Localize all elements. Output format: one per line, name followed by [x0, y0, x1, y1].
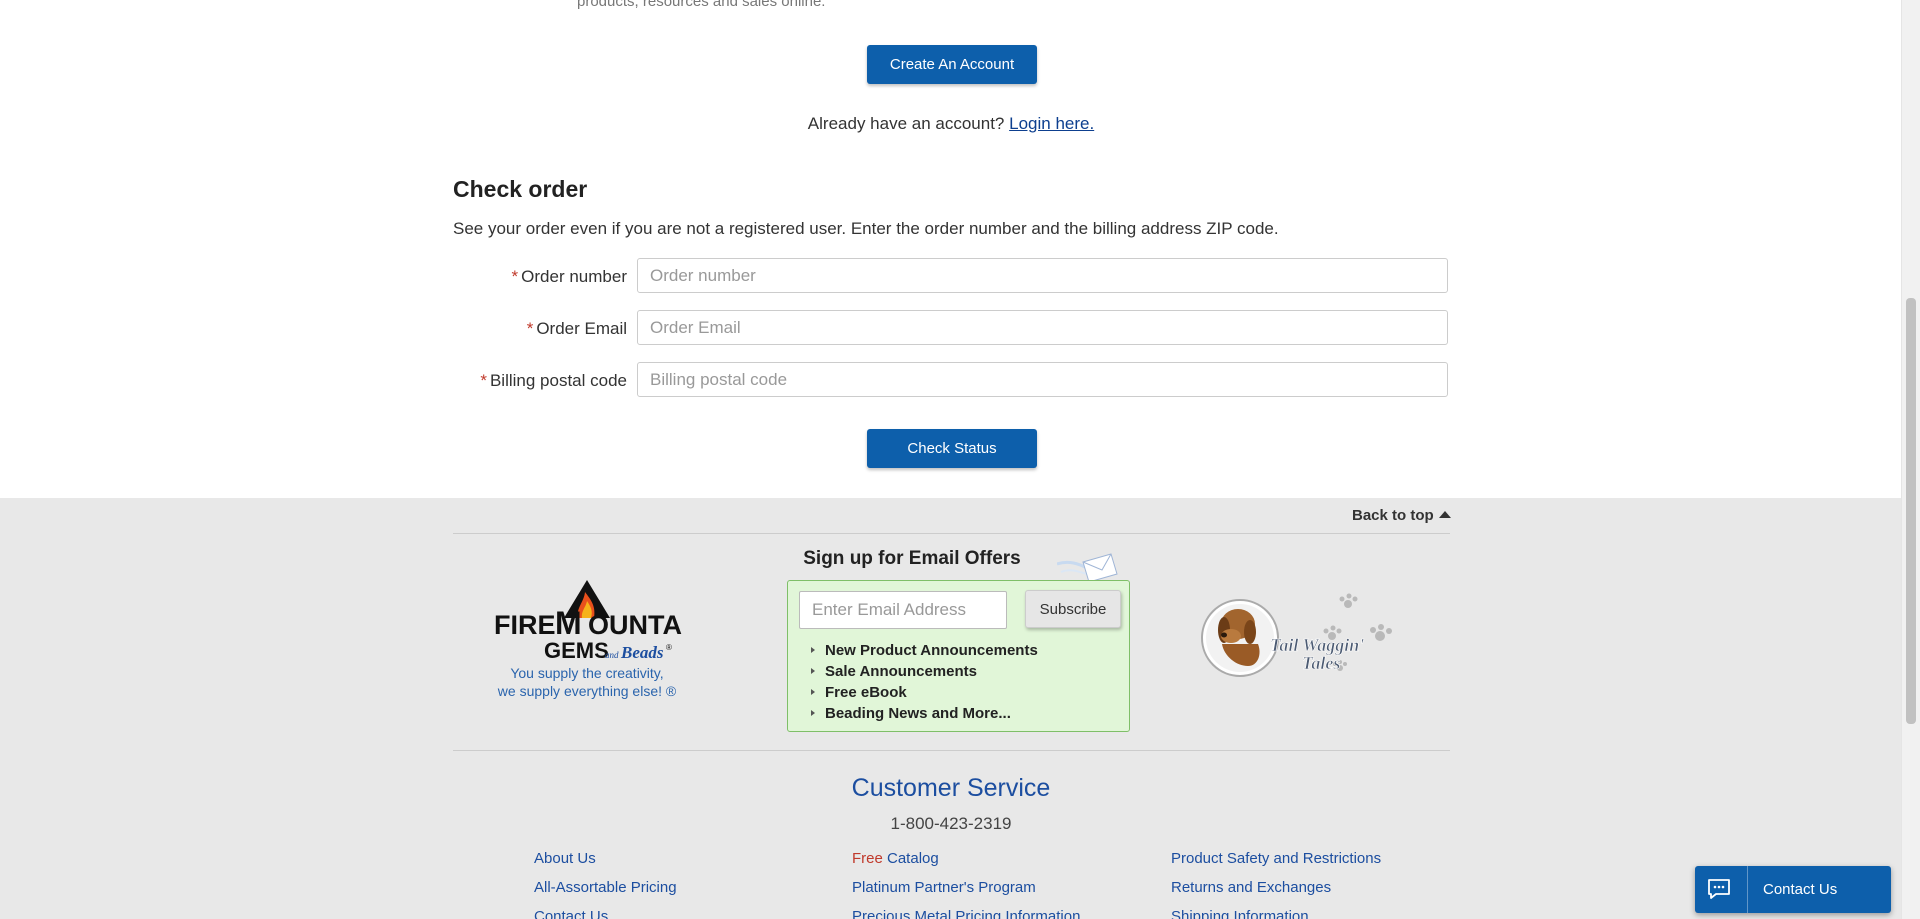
- footer-divider: [453, 533, 1450, 534]
- caret-up-icon: [1438, 510, 1451, 518]
- account-intro-text: products, resources and sales online.: [577, 0, 826, 10]
- returns-exchanges-link[interactable]: Returns and Exchanges: [1171, 879, 1381, 908]
- list-item: Free eBook: [811, 682, 1038, 703]
- list-item: New Product Announcements: [811, 640, 1038, 661]
- order-number-input[interactable]: [637, 258, 1448, 293]
- footer-links-col-2: Free Catalog Platinum Partner's Program …: [852, 850, 1080, 919]
- envelope-icon: [1057, 553, 1118, 583]
- check-order-description: See your order even if you are not a reg…: [453, 219, 1279, 238]
- svg-text:and: and: [605, 650, 619, 660]
- login-prompt: Already have an account? Login here.: [0, 114, 1902, 134]
- email-signup-title: Sign up for Email Offers: [803, 548, 1021, 569]
- order-email-label: * Order Email: [526, 319, 627, 338]
- all-assortable-pricing-link[interactable]: All-Assortable Pricing: [534, 879, 677, 908]
- subscribe-button[interactable]: Subscribe: [1025, 590, 1121, 628]
- svg-text:Tales: Tales: [1302, 653, 1340, 673]
- billing-postal-code-label: * Billing postal code: [480, 371, 627, 390]
- svg-text:®: ®: [666, 643, 672, 652]
- bullet-arrow-icon: [811, 689, 815, 696]
- contact-us-link[interactable]: Contact Us: [534, 908, 677, 919]
- already-have-account-text: Already have an account?: [807, 114, 1005, 133]
- precious-metal-pricing-link[interactable]: Precious Metal Pricing Information: [852, 908, 1080, 919]
- billing-postal-code-input[interactable]: [637, 362, 1448, 397]
- required-mark: *: [480, 371, 487, 390]
- check-order-title: Check order: [453, 176, 588, 202]
- required-mark: *: [511, 267, 519, 286]
- bullet-arrow-icon: [811, 647, 815, 654]
- logo-tagline-line1: You supply the creativity,: [510, 665, 664, 681]
- billing-postal-code-row: * Billing postal code: [453, 362, 1450, 399]
- chat-divider: [1747, 866, 1748, 913]
- footer-divider: [453, 750, 1450, 751]
- product-safety-link[interactable]: Product Safety and Restrictions: [1171, 850, 1381, 879]
- back-to-top-link[interactable]: Back to top: [1352, 507, 1451, 524]
- login-link[interactable]: Login here.: [1009, 114, 1094, 133]
- about-us-link[interactable]: About Us: [534, 850, 677, 879]
- email-signup-box: Subscribe New Product Announcements Sale…: [787, 580, 1130, 732]
- shipping-information-link[interactable]: Shipping Information: [1171, 908, 1381, 919]
- customer-service-title: Customer Service: [851, 774, 1051, 802]
- check-status-button[interactable]: Check Status: [867, 429, 1037, 468]
- list-item: Beading News and More...: [811, 703, 1038, 724]
- order-number-row: * Order number: [453, 258, 1450, 295]
- email-signup-input[interactable]: [799, 591, 1007, 629]
- chat-bubble-icon: [1708, 879, 1730, 899]
- platinum-partners-program-link[interactable]: Platinum Partner's Program: [852, 879, 1080, 908]
- order-number-label: * Order number: [511, 267, 627, 286]
- scrollbar-thumb[interactable]: [1906, 298, 1916, 724]
- create-account-button[interactable]: Create An Account: [867, 45, 1037, 84]
- svg-text:Tail Waggin': Tail Waggin': [1270, 635, 1364, 655]
- svg-text:OUNTAIN: OUNTAIN: [588, 610, 682, 640]
- contact-us-chat-button[interactable]: Contact Us: [1695, 866, 1891, 913]
- fire-mountain-logo-block[interactable]: FIRE M OUNTAIN GEMS and Beads ® You supp…: [472, 580, 702, 700]
- page: products, resources and sales online. Cr…: [0, 0, 1902, 919]
- bullet-arrow-icon: [811, 668, 815, 675]
- contact-us-chat-label: Contact Us: [1763, 881, 1838, 898]
- bullet-arrow-icon: [811, 710, 815, 717]
- free-catalog-link[interactable]: Free Catalog: [852, 850, 1080, 879]
- customer-service-phone: 1-800-423-2319: [890, 814, 1012, 833]
- list-item: Sale Announcements: [811, 661, 1038, 682]
- fire-mountain-logo: FIRE M OUNTAIN GEMS and Beads ®: [494, 580, 682, 662]
- page-scrollbar[interactable]: [1901, 0, 1920, 919]
- logo-tagline-line2: we supply everything else! ®: [497, 683, 677, 699]
- signup-benefits-list: New Product Announcements Sale Announcem…: [811, 640, 1038, 724]
- footer-links-col-1: About Us All-Assortable Pricing Contact …: [534, 850, 677, 919]
- svg-text:FIRE: FIRE: [494, 610, 556, 640]
- order-email-input[interactable]: [637, 310, 1448, 345]
- svg-text:M: M: [555, 605, 582, 641]
- tail-waggin-tales-logo[interactable]: Tail Waggin' Tales: [1200, 592, 1410, 684]
- svg-text:Beads: Beads: [620, 643, 664, 662]
- footer: Back to top FIRE M OUNTAIN GEMS and Bead…: [0, 498, 1902, 919]
- required-mark: *: [526, 319, 534, 338]
- footer-links-col-3: Product Safety and Restrictions Returns …: [1171, 850, 1381, 919]
- order-email-row: * Order Email: [453, 310, 1450, 347]
- svg-text:GEMS: GEMS: [544, 638, 609, 662]
